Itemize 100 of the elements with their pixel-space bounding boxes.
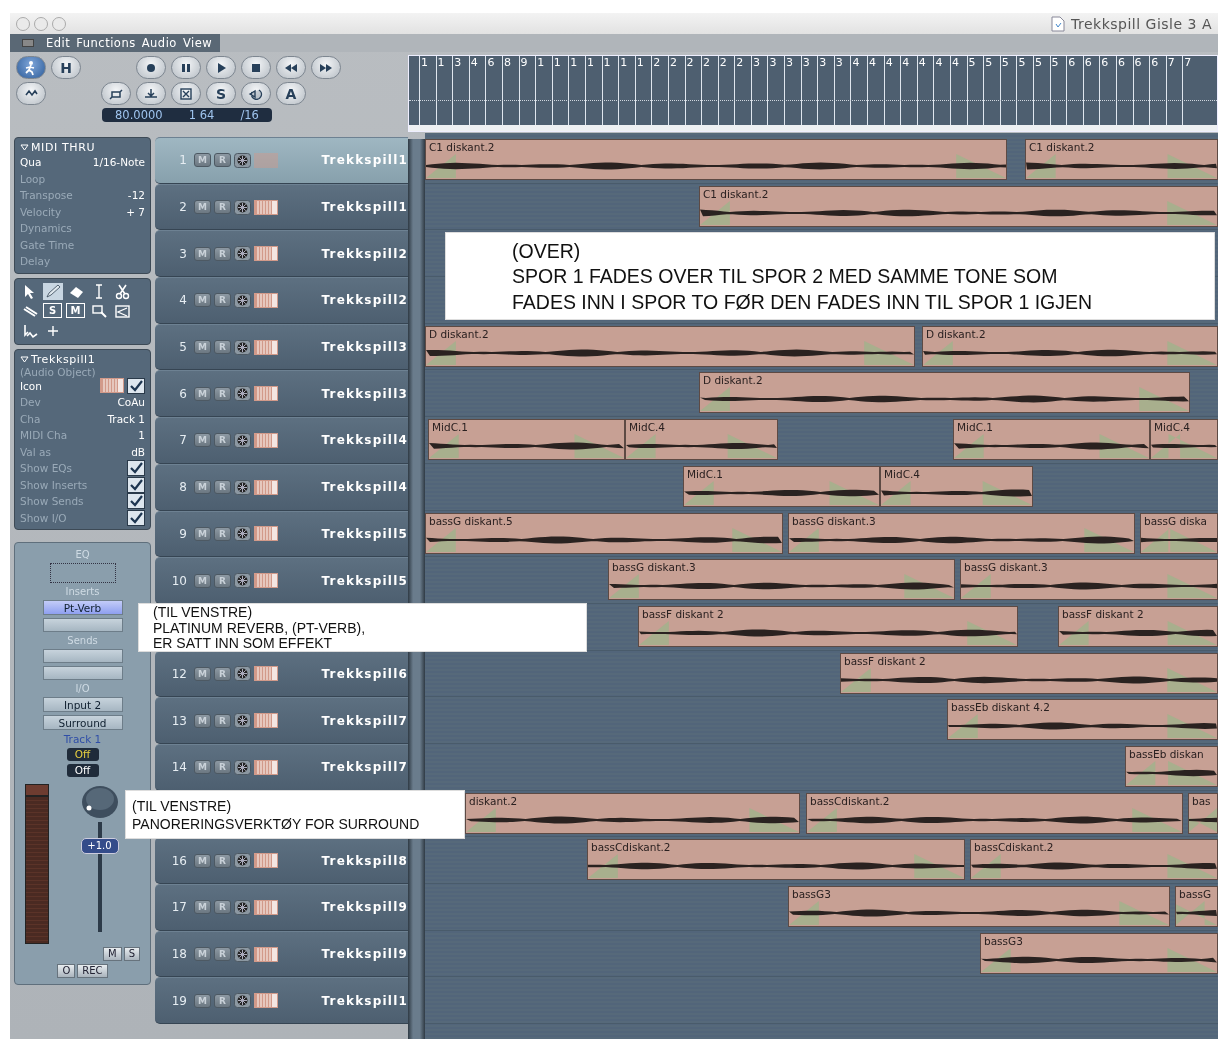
- input-slot[interactable]: Input 2: [42, 697, 123, 712]
- audio-region[interactable]: MidC.4: [880, 465, 1033, 507]
- record-enable-icon[interactable]: [234, 339, 251, 355]
- track-header[interactable]: 14 M R Trekkspill7: [155, 743, 408, 791]
- menu-item[interactable]: View: [182, 36, 213, 50]
- track-header[interactable]: 5 M R Trekkspill3: [155, 323, 408, 371]
- tool-button[interactable]: [89, 302, 109, 320]
- track-header[interactable]: 6 M R Trekkspill3: [155, 370, 408, 418]
- audio-region[interactable]: C1 diskant.2: [425, 139, 1007, 180]
- audio-region[interactable]: bassEb diskan: [1125, 745, 1218, 787]
- mute-button[interactable]: M: [103, 947, 122, 961]
- transport-button[interactable]: [241, 56, 271, 79]
- audio-region[interactable]: bassCdiskant.2: [970, 839, 1218, 881]
- menu-item[interactable]: Audio: [141, 36, 177, 50]
- send-slot[interactable]: [42, 649, 123, 664]
- audio-region[interactable]: bassEb diskant 4.2: [947, 699, 1218, 741]
- audio-region[interactable]: bassF diskant 2: [638, 605, 1018, 647]
- audio-region[interactable]: diskant.2: [465, 792, 800, 834]
- record-enable-icon[interactable]: [234, 573, 251, 589]
- audio-region[interactable]: bassG diska: [1140, 512, 1218, 554]
- record-enable-icon[interactable]: [234, 759, 251, 775]
- record-enable-icon[interactable]: [234, 386, 251, 402]
- transport-button[interactable]: H: [51, 56, 81, 79]
- transport-button[interactable]: [16, 56, 46, 79]
- audio-region[interactable]: bassG3: [788, 886, 1170, 927]
- output-slot[interactable]: Surround: [42, 715, 123, 730]
- audio-region[interactable]: bassG: [1175, 886, 1218, 927]
- transport-button[interactable]: [101, 82, 131, 105]
- track-header[interactable]: 10 M R Trekkspill5: [155, 557, 408, 604]
- menu-box-icon[interactable]: [22, 39, 34, 47]
- record-enable-icon[interactable]: [234, 292, 251, 308]
- menu-item[interactable]: Edit: [46, 36, 71, 50]
- transport-button[interactable]: A: [276, 82, 306, 105]
- track-header[interactable]: 8 M R Trekkspill4: [155, 463, 408, 511]
- audio-region[interactable]: MidC.1: [683, 465, 880, 507]
- audio-region[interactable]: D diskant.2: [699, 372, 1190, 414]
- audio-region[interactable]: MidC.1: [428, 419, 625, 461]
- audio-region[interactable]: C1 diskant.2: [1025, 139, 1218, 180]
- track-header[interactable]: 3 M R Trekkspill2: [155, 230, 408, 278]
- insert-slot[interactable]: [42, 618, 123, 633]
- audio-region[interactable]: MidC.4: [625, 419, 778, 461]
- record-enable-icon[interactable]: [234, 432, 251, 448]
- checkbox[interactable]: [127, 377, 145, 394]
- transport-button[interactable]: [206, 56, 236, 79]
- bar-ruler[interactable]: 1 1 3 4 6 8 9 1 1 1 1 1 1 1 2 2 2 2 2 2 3 3 3 3 3 3 4 4 4 4 4 4 4 5 5 5 5 5 5 6 6 6 6 6 6 7 7: [408, 55, 1218, 132]
- audio-region[interactable]: bassCdiskant.2: [587, 839, 965, 881]
- insert-slot[interactable]: Pt-Verb: [42, 600, 123, 616]
- track-header[interactable]: 9 M R Trekkspill5: [155, 510, 408, 558]
- tool-button[interactable]: [43, 282, 63, 300]
- tool-button[interactable]: M: [66, 302, 85, 318]
- audio-region[interactable]: bassG diskant.3: [788, 512, 1135, 554]
- audio-region[interactable]: bassG diskant.3: [608, 559, 955, 601]
- track-header[interactable]: 7 M R Trekkspill4: [155, 417, 408, 464]
- audio-region[interactable]: MidC.1: [953, 419, 1150, 461]
- track-header[interactable]: 17 M R Trekkspill9: [155, 884, 408, 931]
- send-slot[interactable]: [42, 666, 123, 680]
- volume-fader[interactable]: +1.0: [80, 822, 119, 932]
- fader-handle[interactable]: +1.0: [80, 838, 119, 855]
- parameter-value[interactable]: 1/16-Note: [92, 156, 145, 169]
- audio-region[interactable]: bassF diskant 2: [840, 652, 1218, 694]
- audio-region[interactable]: bassG3: [980, 932, 1218, 974]
- tool-button[interactable]: S: [43, 302, 62, 318]
- record-enable-icon[interactable]: [234, 993, 251, 1009]
- bounce-button[interactable]: O: [57, 964, 76, 978]
- pan-knob-icon[interactable]: [79, 784, 120, 820]
- track-header[interactable]: 13 M R Trekkspill7: [155, 697, 408, 744]
- transport-button[interactable]: [311, 56, 341, 79]
- caret-icon[interactable]: [20, 144, 29, 151]
- transport-button[interactable]: [171, 82, 201, 105]
- menu-item[interactable]: Functions: [76, 36, 136, 50]
- audio-region[interactable]: bassG diskant.5: [425, 512, 783, 554]
- audio-region[interactable]: MidC.4: [1150, 419, 1218, 461]
- track-header[interactable]: 4 M R Trekkspill2: [155, 277, 408, 324]
- transport-button[interactable]: [241, 82, 271, 105]
- tool-button[interactable]: [112, 302, 132, 320]
- eq-display[interactable]: [49, 563, 116, 584]
- record-enable-icon[interactable]: [234, 152, 251, 168]
- audio-region[interactable]: C1 diskant.2: [699, 185, 1218, 227]
- audio-region[interactable]: bassF diskant 2: [1058, 605, 1218, 647]
- record-enable-icon[interactable]: [234, 666, 251, 682]
- caret-icon[interactable]: [20, 355, 29, 363]
- track-header[interactable]: 12 M R Trekkspill6: [155, 650, 408, 698]
- record-enable-icon[interactable]: [234, 526, 251, 542]
- transport-button[interactable]: [171, 56, 201, 79]
- audio-region[interactable]: D diskant.2: [425, 325, 915, 367]
- solo-button[interactable]: S: [123, 947, 140, 961]
- transport-button[interactable]: [136, 56, 166, 79]
- record-button[interactable]: REC: [77, 964, 108, 978]
- audio-region[interactable]: bassG diskant.3: [960, 559, 1218, 601]
- record-enable-icon[interactable]: [234, 246, 251, 262]
- transport-button[interactable]: [16, 82, 46, 105]
- record-enable-icon[interactable]: [234, 946, 251, 962]
- record-enable-icon[interactable]: [234, 899, 251, 915]
- audio-region[interactable]: bassCdiskant.2: [806, 792, 1183, 834]
- group-button[interactable]: Off: [66, 764, 99, 777]
- track-header[interactable]: 2 M R Trekkspill1: [155, 183, 408, 231]
- record-enable-icon[interactable]: [234, 853, 251, 869]
- track-header[interactable]: 19 M R Trekkspill1: [155, 977, 408, 1025]
- track-header[interactable]: 16 M R Trekkspill8: [155, 837, 408, 884]
- automation-button[interactable]: Off: [66, 748, 99, 761]
